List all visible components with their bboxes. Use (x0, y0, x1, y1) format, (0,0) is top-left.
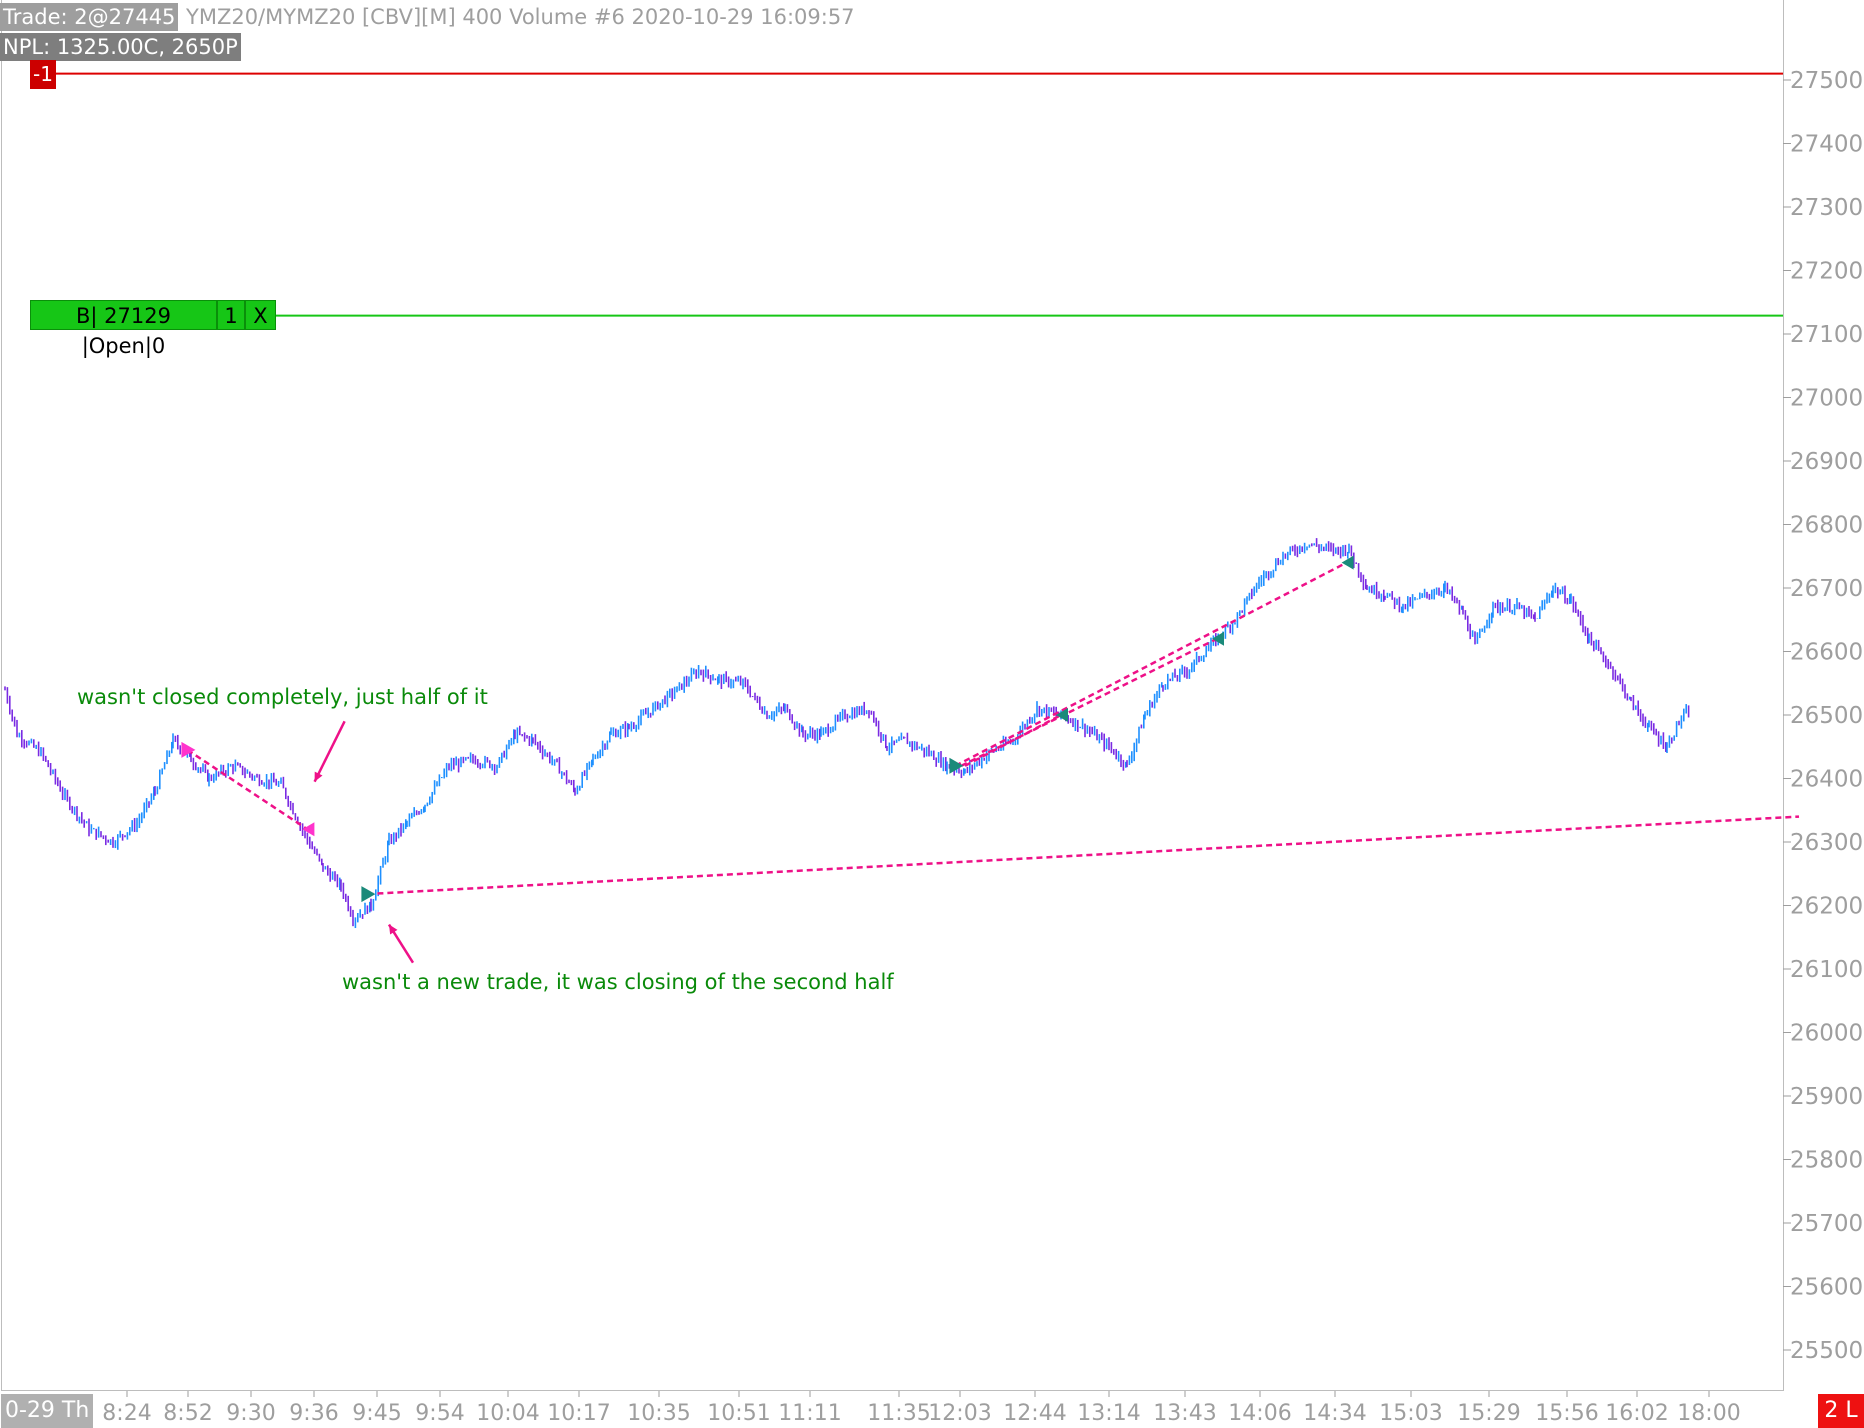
trade-line[interactable] (186, 748, 309, 831)
x-tick-label: 10:17 (547, 1401, 610, 1426)
open-order-label[interactable]: B| 27129 |Open|0 (30, 300, 217, 358)
x-tick-label: 15:03 (1379, 1401, 1442, 1426)
x-tick-label: 18:00 (1677, 1401, 1740, 1426)
trade-line[interactable] (954, 561, 1348, 767)
y-tick-label: 27500 (1790, 68, 1863, 94)
x-tick-label: 12:44 (1003, 1401, 1066, 1426)
y-tick-label: 26800 (1790, 513, 1863, 539)
trade-line[interactable] (960, 637, 1218, 767)
y-tick-label: 25500 (1790, 1338, 1863, 1364)
y-tick-label: 26200 (1790, 894, 1863, 920)
y-tick-label: 26900 (1790, 449, 1863, 475)
y-tick-label: 27100 (1790, 322, 1863, 348)
x-tick-label: 13:14 (1077, 1401, 1140, 1426)
x-tick-label: 14:34 (1303, 1401, 1366, 1426)
x-tick-label: 15:29 (1457, 1401, 1520, 1426)
y-tick-label: 26000 (1790, 1021, 1863, 1047)
y-tick-label: 25900 (1790, 1084, 1863, 1110)
position-quantity-badge[interactable]: -1 (30, 60, 56, 89)
y-tick-label: 26100 (1790, 957, 1863, 983)
npl-label: NPL: 1325.00C, 2650P (0, 33, 241, 61)
corner-badge[interactable]: 2 L (1818, 1394, 1864, 1428)
y-tick-label: 27200 (1790, 259, 1863, 285)
x-tick-label: 14:06 (1228, 1401, 1291, 1426)
open-order-quantity[interactable]: 1 (217, 300, 245, 330)
x-tick-label: 13:43 (1153, 1401, 1216, 1426)
y-tick-label: 25700 (1790, 1211, 1863, 1237)
y-tick-label: 26600 (1790, 640, 1863, 666)
annotation-second-half-close: wasn't a new trade, it was closing of th… (342, 970, 894, 994)
x-tick-label: 10:35 (627, 1401, 690, 1426)
chart-root: 27500 27400 27300 27200 27100 27000 26900 26800… (0, 0, 1864, 1428)
trade-marker-icon[interactable] (302, 822, 315, 837)
xaxis-date-label: 0-29 Th (1, 1394, 94, 1428)
x-tick-label: 9:30 (226, 1401, 275, 1426)
x-tick-label: 9:45 (352, 1401, 401, 1426)
x-tick-label: 12:03 (928, 1401, 991, 1426)
x-tick-label: 8:24 (102, 1401, 151, 1426)
x-tick-label: 9:54 (415, 1401, 464, 1426)
y-tick-label: 26700 (1790, 576, 1863, 602)
open-order-cancel-button[interactable]: X (245, 300, 276, 330)
y-tick-label: 26300 (1790, 830, 1863, 856)
x-tick-label: 9:36 (289, 1401, 338, 1426)
y-tick-label: 26400 (1790, 767, 1863, 793)
trade-label: Trade: 2@27445 (0, 3, 179, 31)
annotation-arrow (313, 720, 346, 783)
x-tick-label: 11:11 (778, 1401, 841, 1426)
y-tick-label: 25800 (1790, 1148, 1863, 1174)
x-tick-label: 11:35 (867, 1401, 930, 1426)
x-tick-label: 16:02 (1605, 1401, 1668, 1426)
y-tick-label: 27300 (1790, 195, 1863, 221)
symbol-label: YMZ20/MYMZ20 [CBV][M] 400 Volume #6 2020… (183, 3, 858, 31)
trade-line[interactable] (367, 815, 1800, 896)
annotation-partial-close: wasn't closed completely, just half of i… (77, 685, 488, 709)
y-tick-label: 26500 (1790, 703, 1863, 729)
x-tick-label: 15:56 (1535, 1401, 1598, 1426)
y-tick-label: 27400 (1790, 132, 1863, 158)
chart-svg[interactable]: 27500 27400 27300 27200 27100 27000 26900 26800… (0, 0, 1864, 1428)
y-tick-label: 27000 (1790, 386, 1863, 412)
x-tick-label: 10:04 (476, 1401, 539, 1426)
trade-marker-icon[interactable] (181, 741, 196, 758)
x-tick-label: 10:51 (707, 1401, 770, 1426)
x-tick-label: 8:52 (163, 1401, 212, 1426)
y-tick-label: 25600 (1790, 1275, 1863, 1301)
